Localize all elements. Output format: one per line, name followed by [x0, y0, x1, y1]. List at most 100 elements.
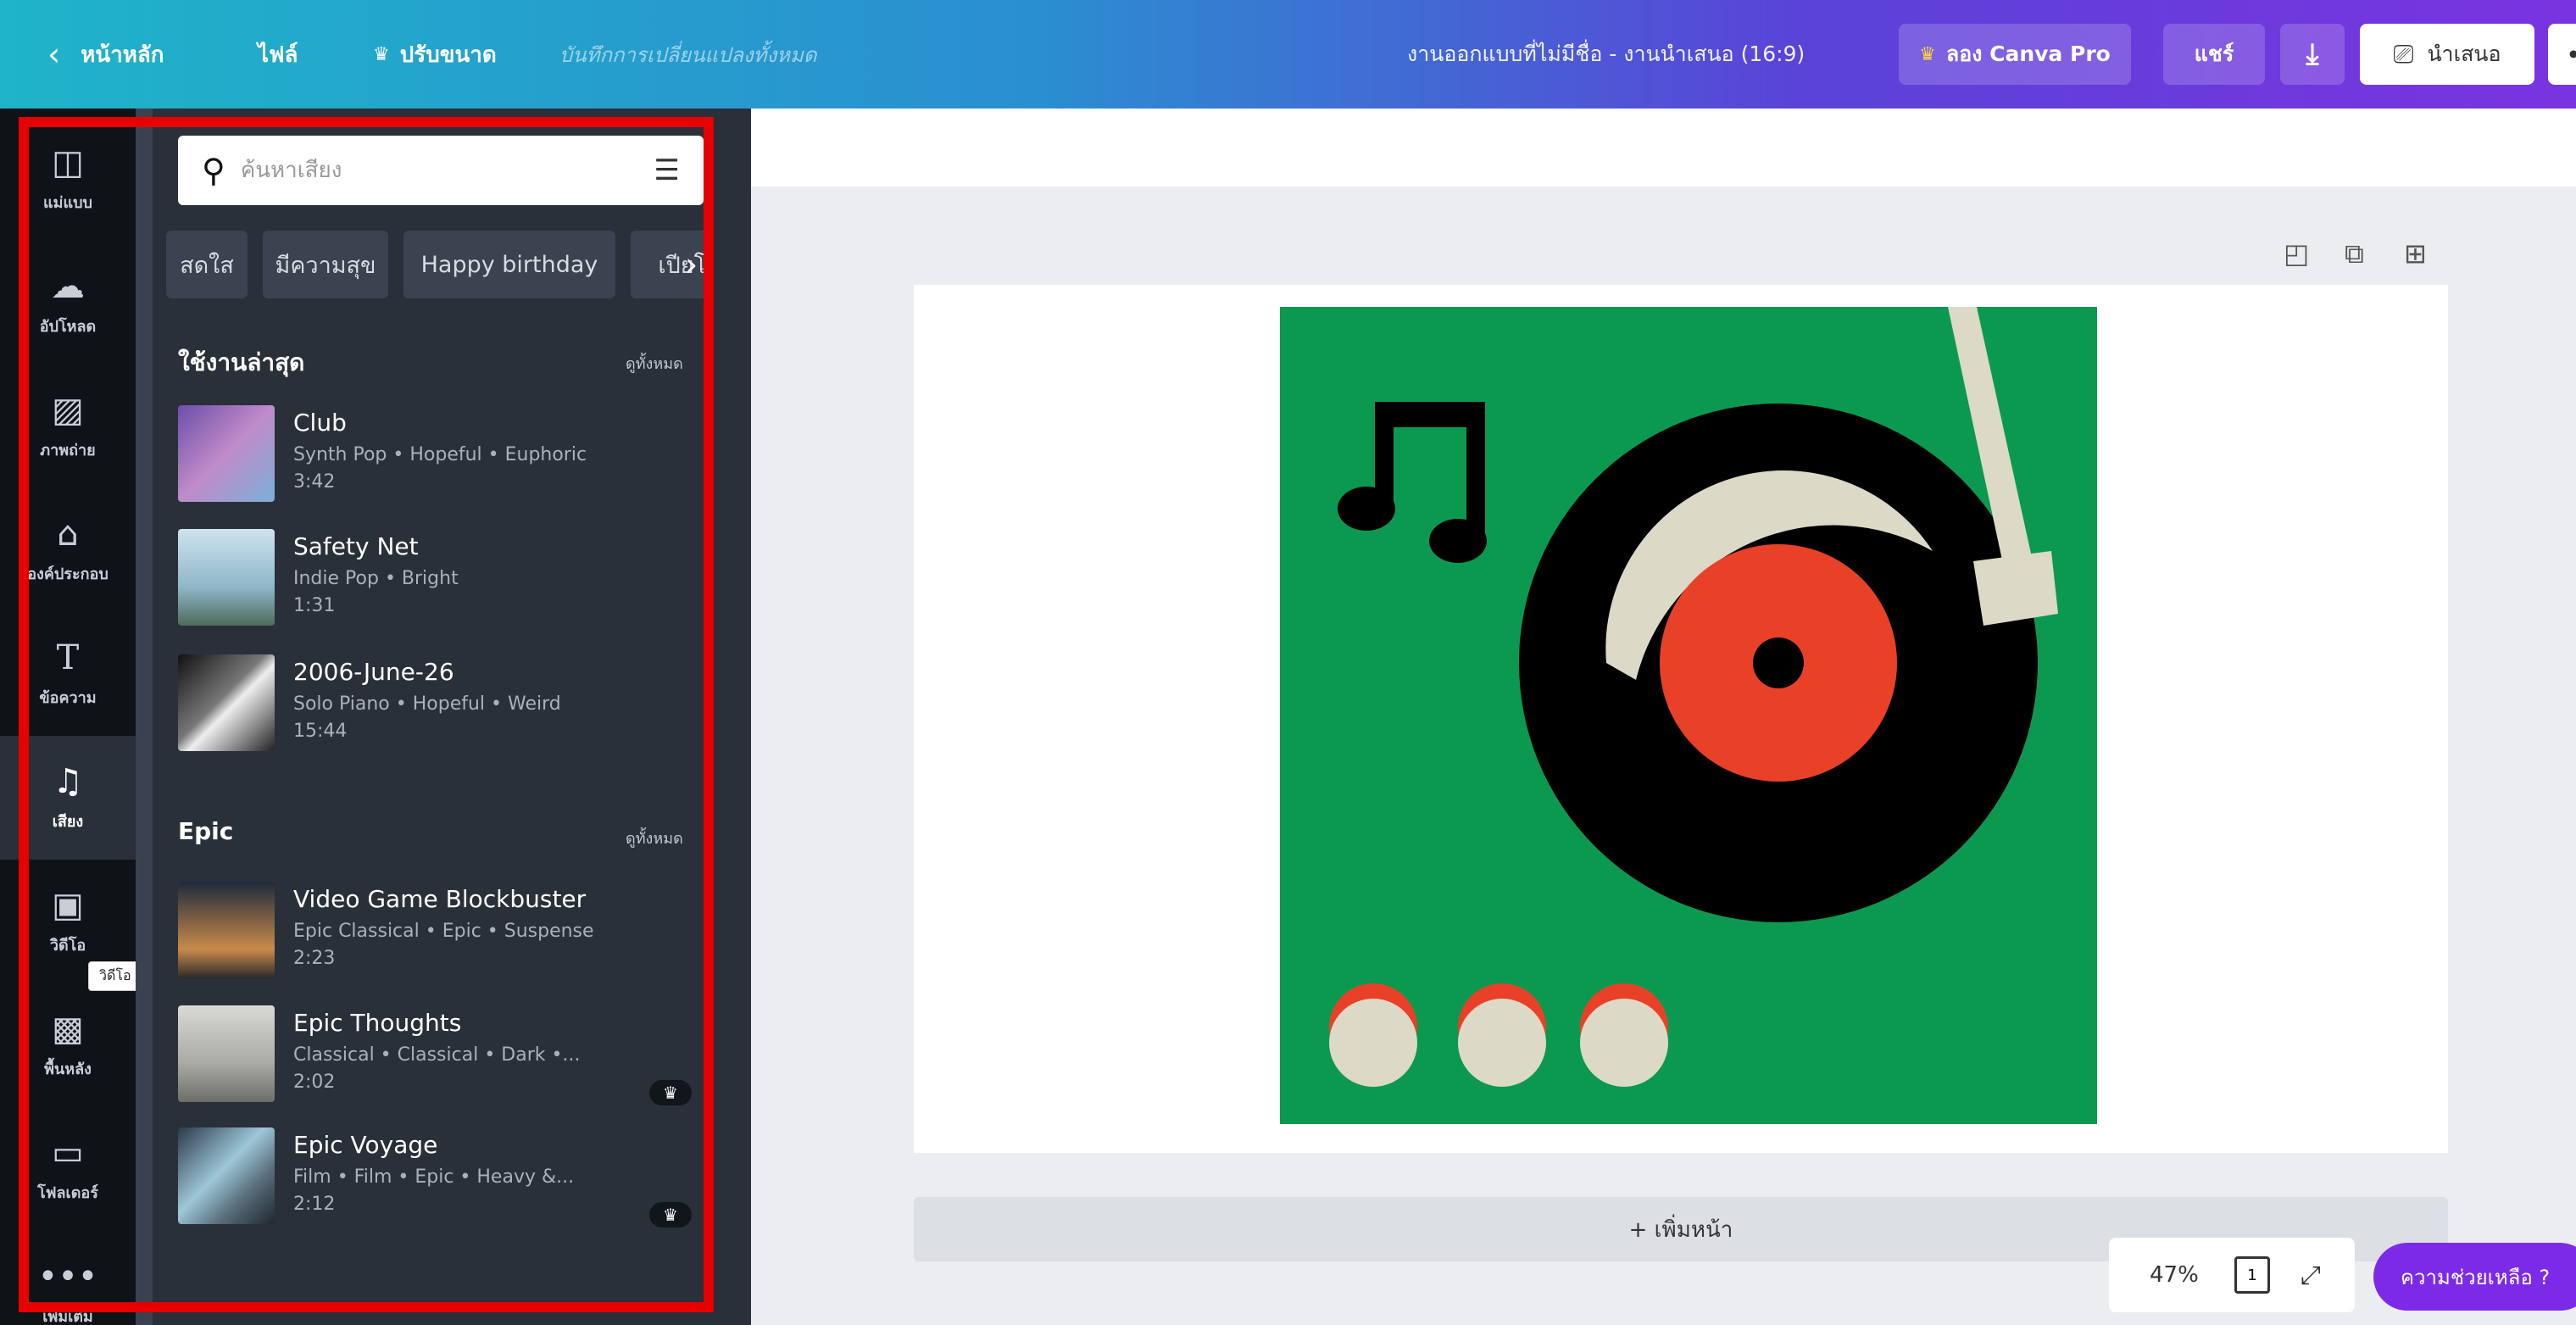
- try-pro-button[interactable]: ♛ ลอง Canva Pro: [1899, 24, 2131, 85]
- resize-label: ปรับขนาด: [399, 42, 497, 68]
- track-meta: Indie Pop • Bright: [293, 568, 459, 589]
- track-item[interactable]: Epic Voyage Film • Film • Epic • Heavy &…: [178, 1127, 704, 1246]
- section-title: Epic: [178, 817, 234, 845]
- top-bar: ‹ หน้าหลัก ไฟล์ ♛ ปรับขนาด บันทึกการเปลี…: [0, 0, 2576, 109]
- background-icon: ▩: [52, 1009, 84, 1049]
- track-name: Epic Thoughts: [293, 1009, 462, 1037]
- resize-button[interactable]: ♛ ปรับขนาด: [373, 0, 497, 109]
- music-icon: ♫: [53, 761, 83, 801]
- rail-label: โฟลเดอร์: [37, 1183, 98, 1202]
- more-menu-button[interactable]: •: [2548, 24, 2576, 85]
- rail-label: เสียง: [52, 812, 84, 831]
- search-icon: ⚲: [202, 152, 225, 189]
- record-spindle: [1753, 637, 1804, 688]
- video-icon: ▣: [52, 885, 84, 925]
- turntable-illustration[interactable]: [1280, 307, 2097, 1124]
- rail-item-audio[interactable]: ♫ เสียง: [0, 736, 136, 860]
- rail-item-uploads[interactable]: ☁ อัปโหลด: [0, 241, 136, 365]
- pro-crown-icon: ♛: [649, 1080, 692, 1105]
- scrollbar-gutter[interactable]: [136, 109, 153, 1325]
- track-thumbnail: [178, 405, 275, 502]
- track-name: Video Game Blockbuster: [293, 885, 587, 913]
- rail-label: เพิ่มเติม: [42, 1307, 93, 1325]
- see-all-link[interactable]: ดูทั้งหมด: [626, 826, 683, 850]
- track-duration: 15:44: [293, 721, 348, 742]
- pro-crown-icon: ♛: [649, 1202, 692, 1228]
- file-menu[interactable]: ไฟล์: [258, 0, 298, 109]
- home-button[interactable]: ‹ หน้าหลัก: [47, 0, 164, 109]
- track-meta: Epic Classical • Epic • Suspense: [293, 921, 594, 942]
- fullscreen-icon[interactable]: ⤢: [2301, 1261, 2321, 1290]
- rail-label: ภาพถ่าย: [40, 441, 96, 459]
- tonearm-head: [1973, 551, 2058, 626]
- track-thumbnail: [178, 529, 275, 626]
- track-duration: 3:42: [293, 471, 336, 493]
- download-icon: ⤓: [2306, 37, 2319, 71]
- more-icon: •: [2567, 42, 2576, 67]
- zoom-controls: 47% 1 ⤢: [2109, 1238, 2355, 1312]
- page-count-button[interactable]: 1: [2234, 1256, 2270, 1294]
- track-item[interactable]: Epic Thoughts Classical • Classical • Da…: [178, 1005, 704, 1124]
- track-thumbnail: [178, 1005, 275, 1102]
- add-page-icon[interactable]: ⊞: [2404, 237, 2427, 270]
- filter-icon[interactable]: ☰: [654, 153, 680, 187]
- track-duration: 2:12: [293, 1194, 336, 1215]
- control-knobs: [1329, 983, 1668, 1087]
- help-button[interactable]: ความช่วยเหลือ ?: [2373, 1243, 2576, 1311]
- folder-icon: ▭: [52, 1133, 84, 1172]
- template-icon: ◫: [52, 142, 84, 182]
- zoom-level[interactable]: 47%: [2150, 1262, 2199, 1288]
- rail-label: อัปโหลด: [39, 317, 97, 336]
- rail-item-elements[interactable]: ⌂ องค์ประกอบ: [0, 488, 136, 612]
- notes-icon[interactable]: ◰: [2284, 237, 2309, 270]
- download-button[interactable]: ⤓: [2280, 24, 2345, 85]
- chip[interactable]: มีความสุข: [263, 231, 388, 298]
- rail-item-templates[interactable]: ◫ แม่แบบ: [0, 117, 136, 241]
- track-meta: Solo Piano • Hopeful • Weird: [293, 693, 561, 715]
- rail-label: ข้อความ: [39, 688, 97, 707]
- track-thumbnail: [178, 882, 275, 978]
- track-meta: Classical • Classical • Dark •...: [293, 1044, 581, 1066]
- rail-item-more[interactable]: ••• เพิ่มเติม: [0, 1231, 136, 1325]
- track-thumbnail: [178, 1127, 275, 1224]
- canvas-toolbar-area: [751, 109, 2576, 187]
- track-thumbnail: [178, 654, 275, 751]
- see-all-link[interactable]: ดูทั้งหมด: [626, 351, 683, 376]
- track-duration: 2:23: [293, 948, 336, 969]
- rail-item-photos[interactable]: ▨ ภาพถ่าย: [0, 365, 136, 488]
- search-input[interactable]: [240, 158, 654, 183]
- track-item[interactable]: Video Game Blockbuster Epic Classical • …: [178, 882, 704, 1000]
- text-icon: T: [56, 637, 80, 677]
- rail-item-folders[interactable]: ▭ โฟลเดอร์: [0, 1107, 136, 1231]
- try-pro-label: ลอง Canva Pro: [1945, 42, 2111, 66]
- track-name: Safety Net: [293, 532, 419, 560]
- present-label: นำเสนอ: [2427, 42, 2501, 66]
- track-item[interactable]: Club Synth Pop • Hopeful • Euphoric 3:42: [178, 405, 704, 524]
- present-button[interactable]: ⎚ นำเสนอ: [2360, 24, 2534, 85]
- search-box[interactable]: ⚲ ☰: [178, 136, 704, 205]
- track-item[interactable]: Safety Net Indie Pop • Bright 1:31: [178, 529, 704, 648]
- rail-label: วิดีโอ: [49, 936, 86, 955]
- elements-icon: ⌂: [57, 514, 79, 554]
- track-item[interactable]: 2006-June-26 Solo Piano • Hopeful • Weir…: [178, 654, 704, 773]
- track-name: Club: [293, 409, 347, 437]
- rail-label: แม่แบบ: [43, 193, 92, 212]
- present-icon: ⎚: [2393, 39, 2414, 70]
- rail-item-text[interactable]: T ข้อความ: [0, 612, 136, 736]
- rail-item-background[interactable]: ▩ พื้นหลัง: [0, 983, 136, 1107]
- tooltip: วิดีโอ: [88, 961, 142, 991]
- track-meta: Film • Film • Epic • Heavy &...: [293, 1166, 575, 1188]
- suggestion-chips: สดใส มีความสุข Happy birthday เปียโน: [166, 231, 709, 298]
- track-meta: Synth Pop • Hopeful • Euphoric: [293, 444, 587, 465]
- chevron-right-icon[interactable]: ›: [685, 246, 698, 283]
- document-title[interactable]: งานออกแบบที่ไม่มีชื่อ - งานนำเสนอ (16:9): [1407, 0, 1805, 109]
- home-label: หน้าหลัก: [81, 42, 164, 68]
- chip[interactable]: สดใส: [166, 231, 248, 298]
- section-title: ใช้งานล่าสุด: [178, 348, 305, 376]
- chip[interactable]: Happy birthday: [403, 231, 615, 298]
- duplicate-page-icon[interactable]: ⧉: [2345, 237, 2364, 270]
- share-button[interactable]: แชร์: [2163, 24, 2265, 85]
- left-rail: ◫ แม่แบบ ☁ อัปโหลด ▨ ภาพถ่าย ⌂ องค์ประกอ…: [0, 109, 136, 1325]
- track-name: Epic Voyage: [293, 1131, 438, 1159]
- track-duration: 1:31: [293, 595, 336, 616]
